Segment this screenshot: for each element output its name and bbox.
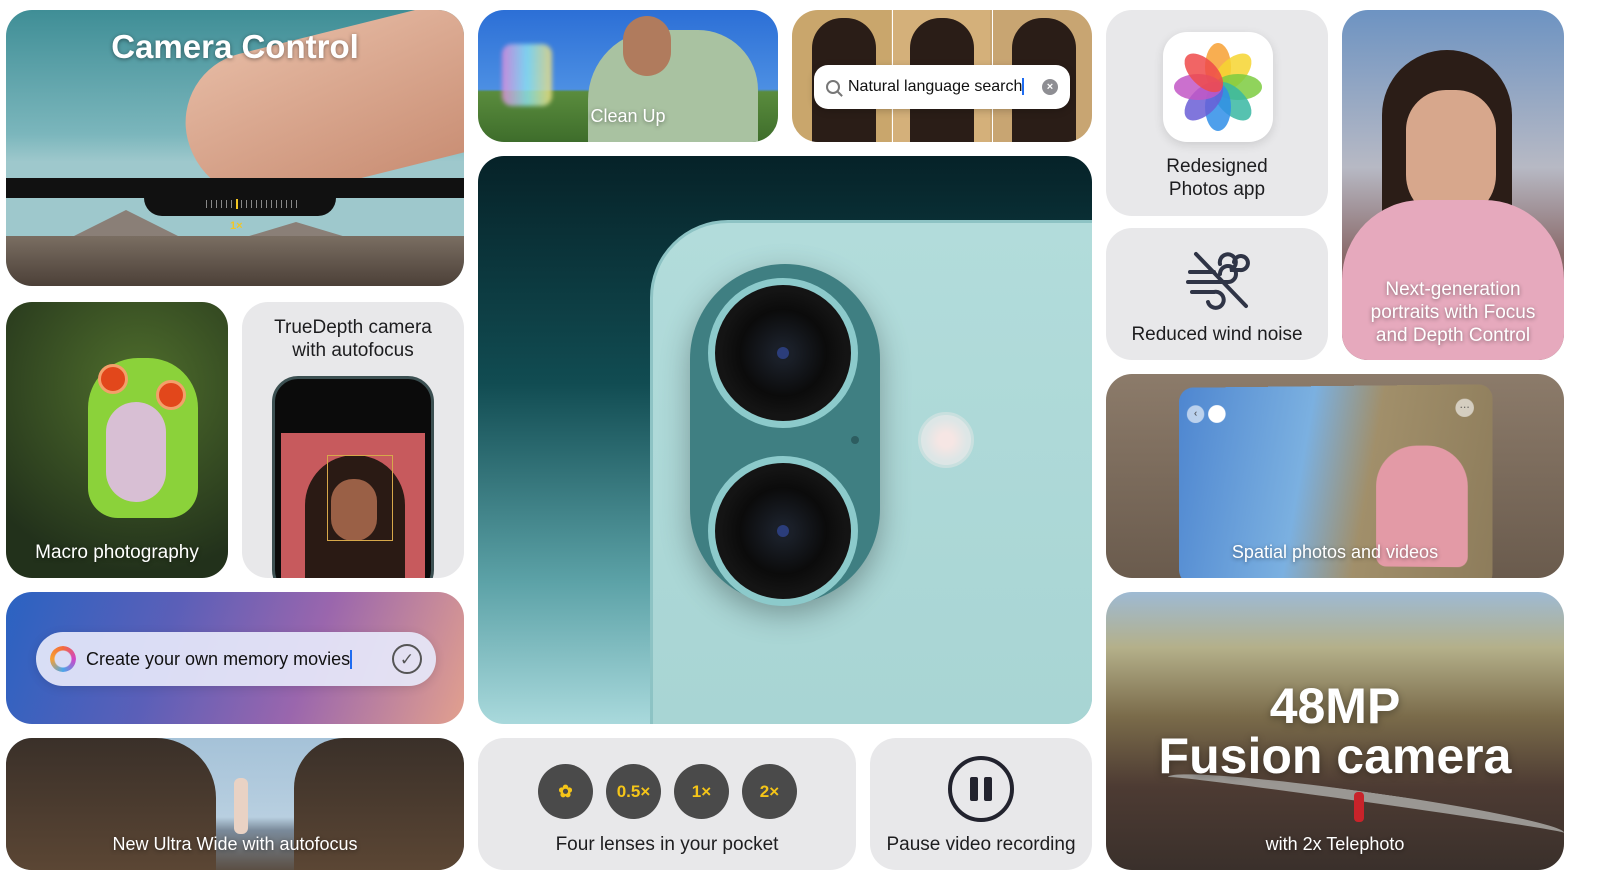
macro-flower-button[interactable]: ✿	[538, 764, 593, 819]
caption-line: Photos app	[1168, 179, 1266, 200]
ultra-wide-lens	[708, 456, 858, 606]
tile-caption: Next-generation portraits with Focus and…	[1342, 278, 1564, 347]
more-icon[interactable]: ···	[1455, 398, 1474, 418]
search-field[interactable]: Natural language search ×	[814, 65, 1070, 109]
text-cursor	[1022, 78, 1025, 96]
lens-selector: ✿ 0.5× 1× 2×	[538, 764, 797, 819]
four-lenses-tile[interactable]: ✿ 0.5× 1× 2× Four lenses in your pocket	[478, 738, 856, 870]
frog-eye-graphic	[156, 380, 186, 410]
zoom-slider[interactable]	[206, 199, 301, 209]
spatial-icon[interactable]	[1208, 405, 1226, 423]
erased-people-graphic	[502, 44, 552, 106]
photos-app-icon	[1163, 32, 1273, 142]
person-graphic	[234, 778, 248, 834]
wind-slash-icon	[1186, 252, 1250, 310]
wind-noise-tile[interactable]: Reduced wind noise	[1106, 228, 1328, 360]
frog-belly-graphic	[106, 402, 166, 502]
headline-line: Fusion camera	[1158, 728, 1512, 784]
caption-line: Redesigned	[1166, 156, 1268, 177]
fusion-camera-tile[interactable]: 48MP Fusion camera with 2x Telephoto	[1106, 592, 1564, 870]
pause-video-tile[interactable]: Pause video recording	[870, 738, 1092, 870]
caption-line: TrueDepth camera	[274, 317, 432, 338]
tile-caption: Four lenses in your pocket	[555, 834, 779, 855]
lens-2x-button[interactable]: 2×	[742, 764, 797, 819]
tile-caption: Clean Up	[590, 106, 666, 126]
zoom-level: 1×	[230, 220, 243, 232]
text-cursor	[350, 650, 353, 670]
search-icon	[826, 80, 840, 94]
memory-prompt-value: Create your own memory movies	[86, 648, 351, 669]
memory-prompt-input[interactable]: Create your own memory movies	[86, 649, 382, 670]
caption-line: with autofocus	[292, 340, 414, 361]
camera-viewfinder	[281, 433, 425, 578]
flash-graphic	[918, 412, 974, 468]
tile-caption: Reduced wind noise	[1131, 324, 1303, 345]
truedepth-tile[interactable]: TrueDepth camera with autofocus	[242, 302, 464, 578]
ultra-wide-tile[interactable]: New Ultra Wide with autofocus	[6, 738, 464, 870]
natural-language-search-tile[interactable]: Natural language search ×	[792, 10, 1092, 142]
macro-tile[interactable]: Macro photography	[6, 302, 228, 578]
search-input[interactable]: Natural language search	[848, 78, 1034, 96]
camera-control-tile[interactable]: 1× Camera Control	[6, 10, 464, 286]
clear-icon[interactable]: ×	[1042, 79, 1058, 95]
back-icon[interactable]: ‹	[1186, 405, 1205, 424]
ground-graphic	[6, 236, 464, 286]
pause-icon[interactable]	[948, 756, 1014, 822]
iphone-camera-hero	[478, 156, 1092, 724]
tile-caption: Redesigned Photos app	[1106, 155, 1328, 201]
caption-line: portraits with Focus	[1370, 302, 1536, 323]
tile-caption: TrueDepth camera with autofocus	[242, 316, 464, 362]
tile-caption: with 2x Telephoto	[1265, 834, 1405, 854]
runner-graphic	[1354, 792, 1364, 822]
apple-intelligence-icon	[50, 646, 76, 672]
checkmark-icon[interactable]: ✓	[392, 644, 422, 674]
frog-eye-graphic	[98, 364, 128, 394]
focus-box	[327, 455, 393, 541]
tile-caption: Pause video recording	[886, 834, 1076, 855]
caption-line: and Depth Control	[1375, 325, 1531, 346]
tile-caption: Macro photography	[35, 542, 199, 563]
spatial-photos-tile[interactable]: ‹ ··· Spatial photos and videos	[1106, 374, 1564, 578]
main-camera-lens	[708, 278, 858, 428]
lens-0-5x-button[interactable]: 0.5×	[606, 764, 661, 819]
microphone-dot	[851, 436, 859, 444]
memory-prompt-field[interactable]: Create your own memory movies ✓	[36, 632, 436, 686]
search-value: Natural language search	[848, 78, 1023, 95]
phone-graphic	[272, 376, 434, 578]
tile-caption: Spatial photos and videos	[1231, 542, 1439, 562]
portraits-tile[interactable]: Next-generation portraits with Focus and…	[1342, 10, 1564, 360]
person-head-graphic	[623, 16, 671, 76]
lens-1x-button[interactable]: 1×	[674, 764, 729, 819]
photos-app-tile[interactable]: Redesigned Photos app	[1106, 10, 1328, 216]
tile-caption: New Ultra Wide with autofocus	[112, 834, 358, 854]
headline-line: 48MP	[1269, 678, 1401, 734]
clean-up-tile[interactable]: Clean Up	[478, 10, 778, 142]
caption-line: Next-generation	[1385, 279, 1521, 300]
tile-title: Camera Control	[111, 28, 359, 65]
memory-movies-tile[interactable]: Create your own memory movies ✓	[6, 592, 464, 724]
